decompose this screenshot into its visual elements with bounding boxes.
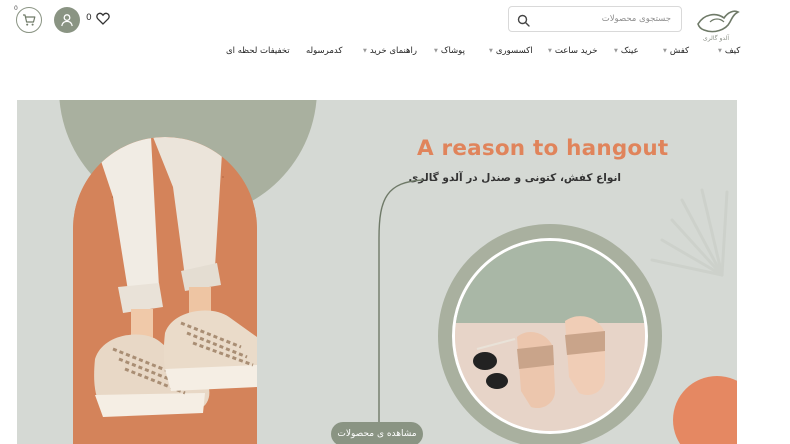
site-logo[interactable]: آلدو گالری xyxy=(690,4,742,42)
nav-item-clothing[interactable]: پوشاک▼ xyxy=(434,46,465,56)
sandals-illustration xyxy=(455,241,645,431)
cart-button[interactable] xyxy=(16,7,42,33)
nav-item-label: کفش xyxy=(669,46,690,56)
nav-item-label: تخفیفات لحظه ای xyxy=(226,46,290,56)
decorative-orange-circle xyxy=(673,376,737,444)
chevron-down-icon: ▼ xyxy=(489,47,493,54)
wishlist-count: 0 xyxy=(86,13,92,23)
nav-item-watches[interactable]: خرید ساعت▼ xyxy=(548,46,597,56)
heart-icon xyxy=(95,12,110,25)
nav-item-shoes[interactable]: کفش▼ xyxy=(663,46,689,56)
nav-item-tracking-code[interactable]: کدمرسوله xyxy=(306,46,342,56)
logo-text: آلدو گالری xyxy=(703,35,729,42)
account-button[interactable] xyxy=(54,7,80,33)
palm-leaf-icon xyxy=(642,180,737,280)
hero-banner: A reason to hangout انواع کفش، کتونی و ص… xyxy=(17,100,737,444)
sandals-photo xyxy=(452,238,648,434)
chevron-down-icon: ▼ xyxy=(718,47,722,54)
chevron-down-icon: ▼ xyxy=(363,47,367,54)
cart-count: 0 xyxy=(14,5,18,12)
nav-item-glasses[interactable]: عینک▼ xyxy=(614,46,639,56)
chevron-down-icon: ▼ xyxy=(663,47,667,54)
hero-title: A reason to hangout xyxy=(417,136,669,161)
nav-item-label: کدمرسوله xyxy=(306,46,343,56)
cart-icon xyxy=(23,14,36,26)
nav-item-flash-deals[interactable]: تخفیفات لحظه ای xyxy=(226,46,290,56)
nav-item-label: کیف xyxy=(724,46,741,56)
search-button[interactable] xyxy=(513,10,533,30)
view-products-button[interactable]: مشاهده ی محصولات xyxy=(331,422,423,444)
chevron-down-icon: ▼ xyxy=(434,47,438,54)
nav-item-label: عینک xyxy=(620,46,639,56)
chevron-down-icon: ▼ xyxy=(614,47,618,54)
nav-item-bags[interactable]: کیف▼ xyxy=(718,46,740,56)
chevron-down-icon: ▼ xyxy=(548,47,552,54)
nav-item-label: اکسسوری xyxy=(495,46,533,56)
sneakers-illustration xyxy=(73,137,257,444)
nav-item-label: راهنمای خرید xyxy=(369,46,418,56)
nav-item-label: خرید ساعت xyxy=(554,46,598,56)
search-icon xyxy=(517,14,530,27)
nav-item-label: پوشاک xyxy=(440,46,465,56)
main-navigation: کیف▼ کفش▼ عینک▼ خرید ساعت▼ اکسسوری▼ پوشا… xyxy=(0,46,790,62)
search-input[interactable] xyxy=(537,7,677,31)
wishlist-link[interactable]: 0 xyxy=(86,10,116,26)
nav-item-accessories[interactable]: اکسسوری▼ xyxy=(489,46,533,56)
sneakers-photo xyxy=(73,137,257,444)
user-icon xyxy=(61,14,73,27)
nav-item-shopping-guide[interactable]: راهنمای خرید▼ xyxy=(363,46,417,56)
search-box xyxy=(508,6,682,32)
